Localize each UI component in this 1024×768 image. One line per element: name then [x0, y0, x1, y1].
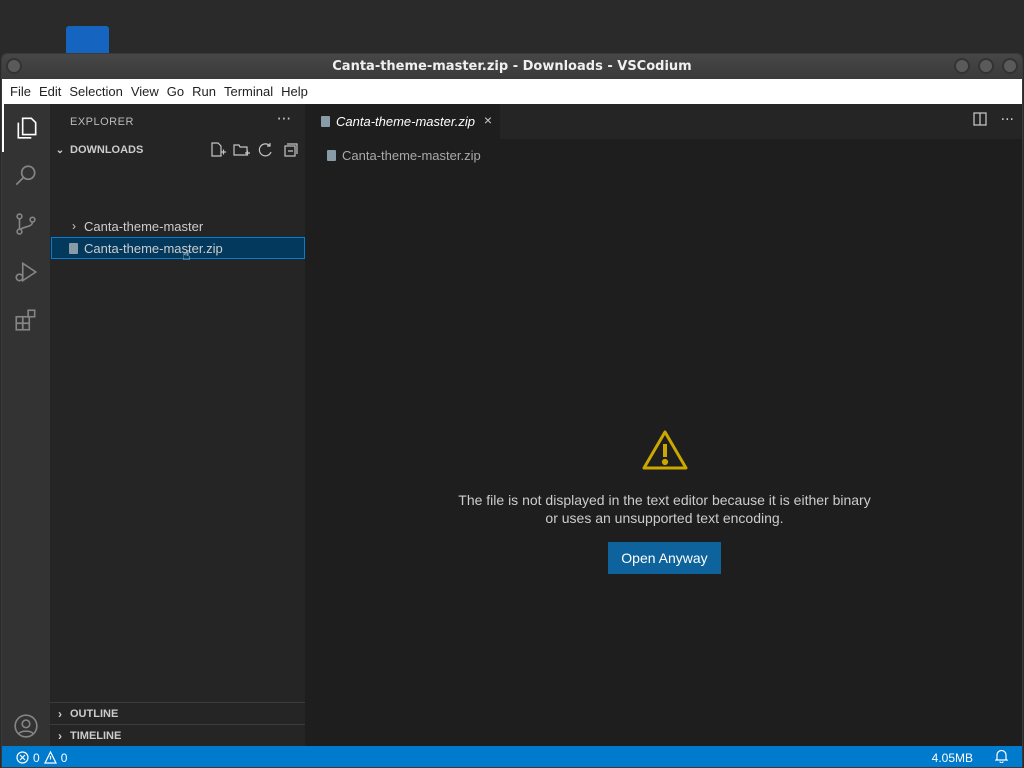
tab-zip-file[interactable]: Canta-theme-master.zip × — [305, 104, 500, 139]
close-window-button[interactable] — [1002, 58, 1018, 74]
search-icon[interactable] — [2, 152, 50, 200]
chevron-right-icon: › — [58, 706, 62, 721]
tree-item-zip-file[interactable]: Canta-theme-master.zip — [51, 237, 305, 259]
error-count: 0 — [33, 750, 40, 765]
source-control-icon[interactable] — [2, 200, 50, 248]
desktop-app-icon[interactable] — [66, 26, 109, 54]
tree-item-folder[interactable]: › Canta-theme-master — [50, 215, 305, 237]
new-folder-icon[interactable] — [233, 142, 251, 161]
menu-go[interactable]: Go — [163, 84, 188, 99]
desktop: Canta-theme-master.zip - Downloads - VSC… — [0, 0, 1024, 768]
maximize-button[interactable] — [978, 58, 994, 74]
window-menu-button[interactable] — [6, 58, 22, 74]
explorer-more-icon[interactable]: ··· — [277, 110, 291, 128]
menu-run[interactable]: Run — [188, 84, 220, 99]
open-anyway-button[interactable]: Open Anyway — [608, 542, 721, 574]
warning-status-icon — [43, 751, 57, 764]
minimize-button[interactable] — [954, 58, 970, 74]
breadcrumb-label: Canta-theme-master.zip — [342, 147, 481, 163]
tab-label: Canta-theme-master.zip — [336, 114, 475, 129]
chevron-right-icon: › — [72, 219, 76, 233]
menu-help[interactable]: Help — [277, 84, 312, 99]
refresh-icon[interactable] — [257, 142, 275, 161]
binary-file-message: The file is not displayed in the text ed… — [305, 429, 1022, 574]
warning-icon — [642, 429, 688, 475]
timeline-section-header[interactable]: › TIMELINE — [50, 724, 305, 746]
explorer-icon[interactable] — [2, 104, 50, 152]
window-title: Canta-theme-master.zip - Downloads - VSC… — [332, 59, 692, 74]
file-size[interactable]: 4.05MB — [932, 751, 973, 765]
outline-label: OUTLINE — [70, 707, 119, 720]
new-file-icon[interactable] — [209, 142, 227, 161]
breadcrumb[interactable]: Canta-theme-master.zip — [327, 144, 481, 166]
run-debug-icon[interactable] — [2, 248, 50, 296]
extensions-icon[interactable] — [2, 296, 50, 344]
more-actions-icon[interactable]: ··· — [1001, 112, 1014, 130]
accounts-icon[interactable] — [2, 702, 50, 750]
menu-bar: File Edit Selection View Go Run Terminal… — [2, 79, 1022, 104]
explorer-title: EXPLORER — [70, 116, 134, 128]
file-icon — [69, 242, 78, 254]
file-icon — [321, 116, 330, 127]
chevron-right-icon: › — [58, 728, 62, 743]
timeline-label: TIMELINE — [70, 729, 122, 742]
close-icon[interactable]: × — [484, 112, 492, 128]
activity-bar — [2, 104, 50, 746]
menu-edit[interactable]: Edit — [35, 84, 65, 99]
chevron-down-icon: ⌄ — [55, 144, 65, 156]
menu-file[interactable]: File — [6, 84, 35, 99]
mouse-pointer-icon: ☝ — [182, 248, 191, 264]
collapse-all-icon[interactable] — [281, 142, 299, 161]
menu-view[interactable]: View — [127, 84, 163, 99]
menu-selection[interactable]: Selection — [65, 84, 126, 99]
error-icon — [16, 751, 29, 764]
explorer-sidebar: EXPLORER ··· ⌄ DOWNLOADS › Canta-theme-m… — [50, 104, 305, 746]
zip-file-label: Canta-theme-master.zip — [84, 240, 223, 256]
notifications-bell-icon[interactable] — [994, 749, 1009, 766]
message-line-1: The file is not displayed in the text ed… — [458, 492, 871, 508]
file-icon — [327, 149, 336, 161]
folder-label: Canta-theme-master — [84, 218, 204, 234]
editor-area: Canta-theme-master.zip × ··· Canta-theme… — [305, 104, 1022, 746]
vscodium-window: Canta-theme-master.zip - Downloads - VSC… — [1, 53, 1023, 768]
message-line-2: or uses an unsupported text encoding. — [545, 510, 784, 526]
warning-count: 0 — [60, 750, 68, 765]
downloads-section-header[interactable]: ⌄ DOWNLOADS — [50, 139, 305, 161]
tab-bar: Canta-theme-master.zip × ··· — [305, 104, 1022, 139]
status-bar: 0 0 4.05MB — [2, 746, 1022, 767]
problems-indicator[interactable]: 0 0 — [16, 751, 67, 765]
title-bar[interactable]: Canta-theme-master.zip - Downloads - VSC… — [2, 54, 1022, 79]
outline-section-header[interactable]: › OUTLINE — [50, 702, 305, 724]
menu-terminal[interactable]: Terminal — [220, 84, 277, 99]
downloads-section-label: DOWNLOADS — [70, 144, 144, 156]
split-editor-icon[interactable] — [973, 112, 987, 130]
message-text: The file is not displayed in the text ed… — [458, 491, 870, 527]
